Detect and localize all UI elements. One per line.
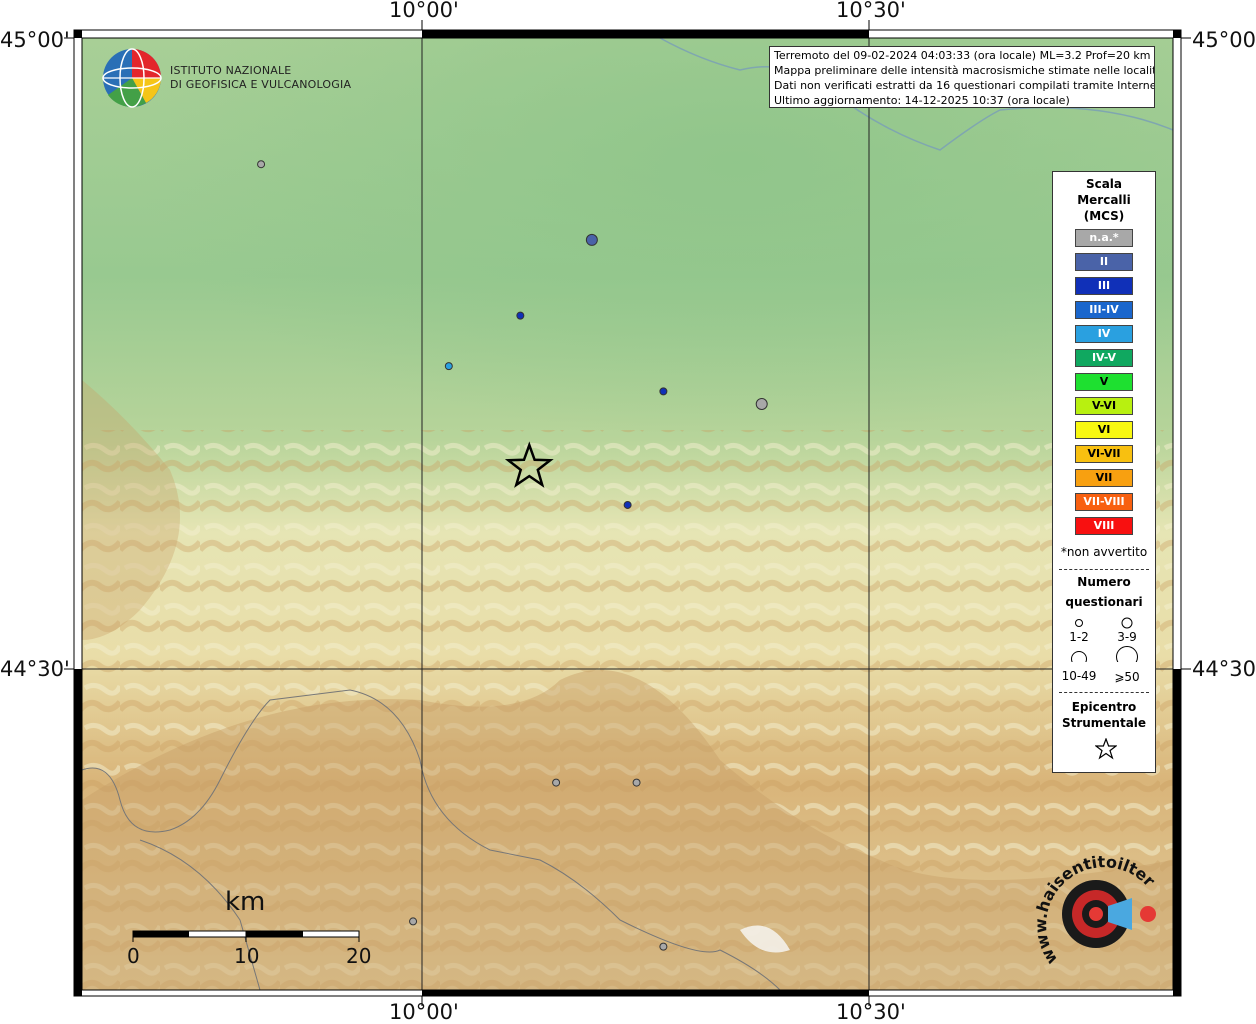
legend-swatch: II — [1075, 253, 1133, 271]
coord-lat-top-left: 45°00' — [0, 28, 70, 52]
questionnaires-title-line2: questionari — [1065, 595, 1143, 609]
observation-point — [659, 942, 668, 951]
legend-swatch: V — [1075, 373, 1133, 391]
coord-bottom-lon-left: 10°00' — [389, 1000, 459, 1024]
observation-point — [444, 362, 453, 371]
legend-title: Scala Mercalli (MCS) — [1053, 176, 1155, 224]
legend-swatch: VII — [1075, 469, 1133, 487]
coord-lat-mid-left: 44°30' — [0, 657, 70, 681]
q-size-3-9: 3-9 — [1117, 630, 1137, 644]
observation-point — [552, 778, 561, 787]
q-size-50-plus: ⩾50 — [1114, 670, 1140, 684]
institute-name: ISTITUTO NAZIONALE DI GEOFISICA E VULCAN… — [170, 64, 351, 92]
legend-swatch: VI — [1075, 421, 1133, 439]
observation-point — [257, 160, 266, 169]
q-size-1-2: 1-2 — [1069, 630, 1089, 644]
coord-lat-top-right: 45°00' — [1192, 28, 1256, 52]
legend-separator-2 — [1059, 692, 1149, 693]
legend-swatch: IV — [1075, 325, 1133, 343]
legend-swatch: VII-VIII — [1075, 493, 1133, 511]
legend-swatch: V-VI — [1075, 397, 1133, 415]
institute-line2: DI GEOFISICA E VULCANOLOGIA — [170, 78, 352, 91]
legend-swatch: n.a.* — [1075, 229, 1133, 247]
questionnaires-title-line1: Numero — [1077, 575, 1131, 589]
info-line4: Ultimo aggiornamento: 14-12-2025 10:37 (… — [774, 94, 1070, 107]
legend-swatch: VI-VII — [1075, 445, 1133, 463]
legend-swatch: III-IV — [1075, 301, 1133, 319]
observation-point — [632, 778, 641, 787]
not-felt-note: *non avvertito — [1060, 545, 1148, 559]
epicenter-title-line2: Strumentale — [1061, 716, 1147, 730]
info-line1: Terremoto del 09-02-2024 04:03:33 (ora l… — [774, 49, 1151, 62]
legend-swatch: VIII — [1075, 517, 1133, 535]
observation-point — [755, 397, 768, 410]
observation-point — [516, 311, 525, 320]
q-size-10-49: 10-49 — [1061, 669, 1097, 683]
event-info-box: Terremoto del 09-02-2024 04:03:33 (ora l… — [769, 46, 1155, 108]
legend-swatch: III — [1075, 277, 1133, 295]
coord-top-lon-right: 10°30' — [836, 0, 906, 22]
epicenter-title-line1: Epicentro — [1071, 700, 1137, 714]
coord-top-lon-left: 10°00' — [389, 0, 459, 22]
legend-separator — [1059, 569, 1149, 570]
info-line3: Dati non verificati estratti da 16 quest… — [774, 79, 1155, 92]
legend-title-line3: (MCS) — [1083, 209, 1125, 223]
coord-bottom-lon-right: 10°30' — [836, 1000, 906, 1024]
scale-tick-20: 20 — [346, 944, 372, 968]
legend: Scala Mercalli (MCS) n.a.* II III III-IV IV I… — [1052, 171, 1156, 773]
legend-title-line1: Scala — [1085, 177, 1123, 191]
observation-point — [659, 387, 668, 396]
legend-title-line2: Mercalli — [1077, 193, 1131, 207]
info-line2: Mappa preliminare delle intensità macros… — [774, 64, 1155, 77]
scale-tick-10: 10 — [234, 944, 260, 968]
observation-point — [623, 500, 632, 509]
scale-unit: km — [225, 887, 266, 917]
observation-point — [409, 917, 418, 926]
observation-point — [585, 233, 598, 246]
institute-line1: ISTITUTO NAZIONALE — [170, 64, 292, 77]
epicenter-legend-star-icon — [1095, 738, 1117, 760]
legend-swatch: IV-V — [1075, 349, 1133, 367]
ingv-logo-icon — [102, 48, 162, 108]
scale-tick-0: 0 — [127, 944, 140, 968]
coord-lat-mid-right: 44°30' — [1192, 657, 1256, 681]
